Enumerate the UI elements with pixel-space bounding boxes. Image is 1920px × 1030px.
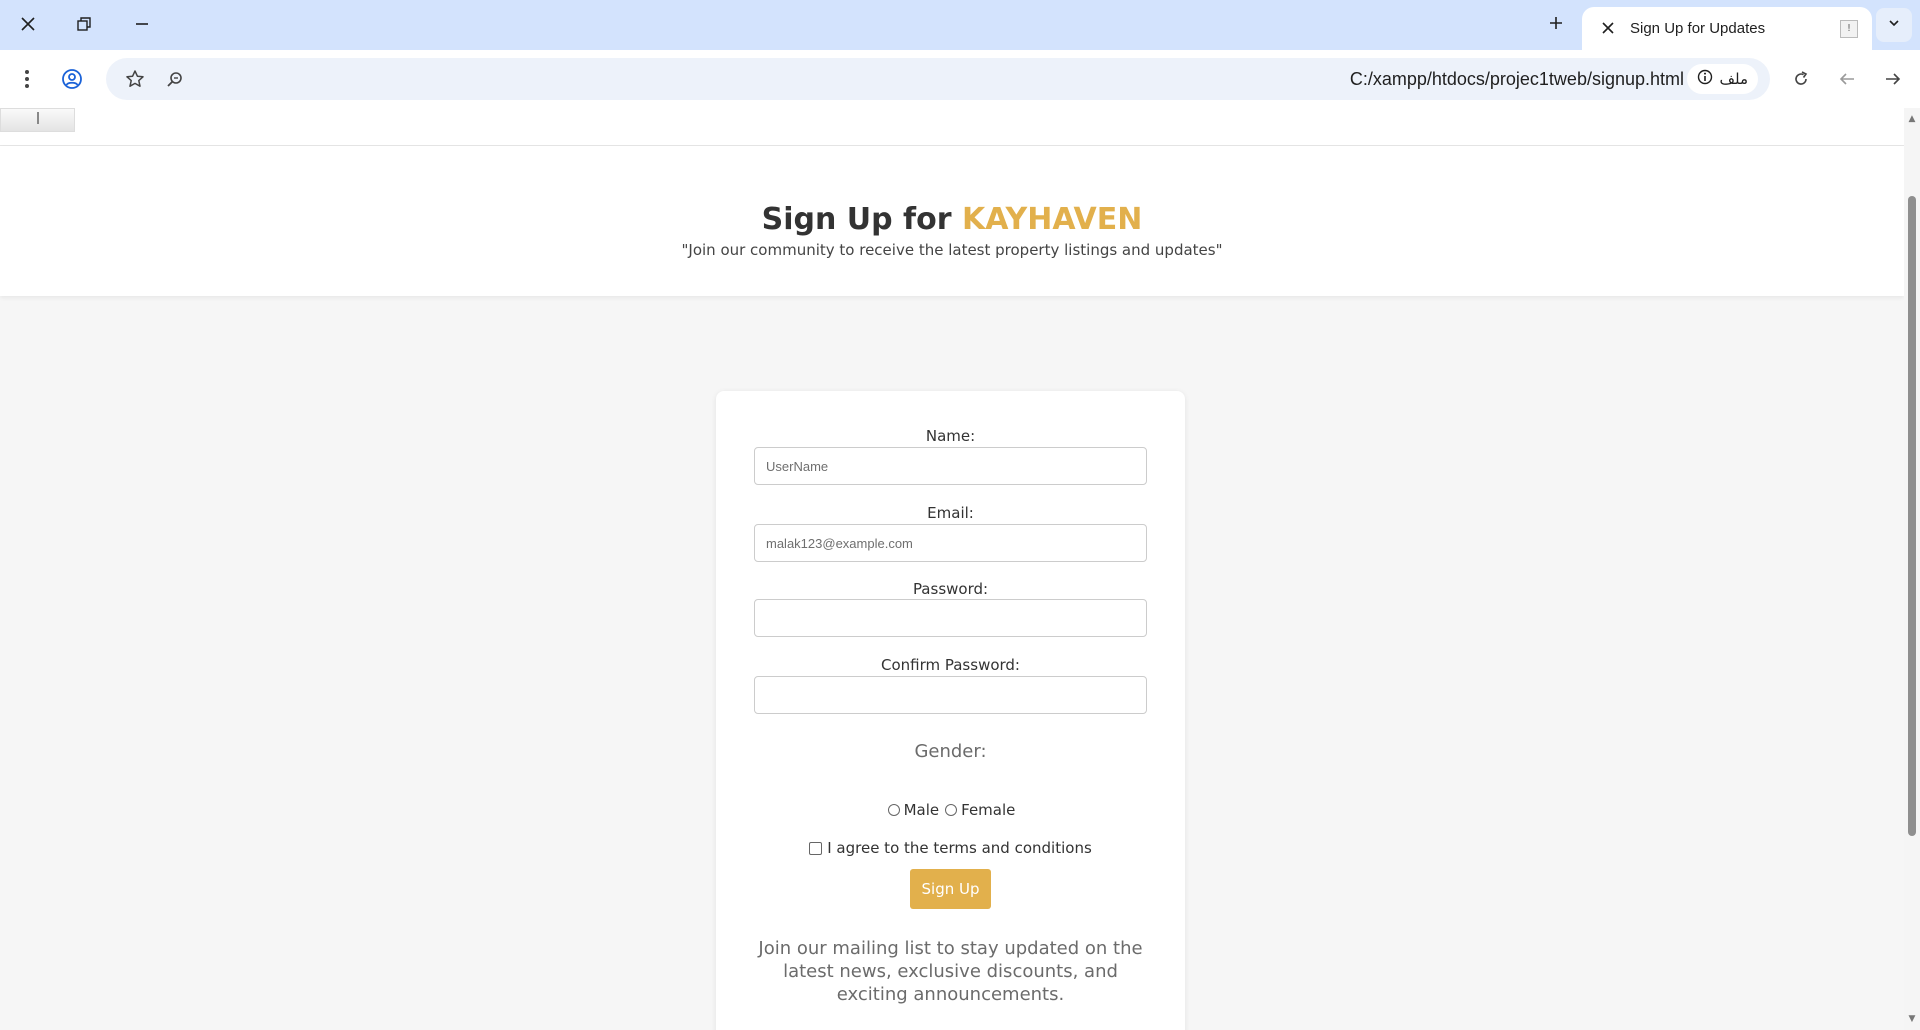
- restore-window-icon[interactable]: [64, 8, 104, 40]
- site-chip-label: ملف: [1719, 70, 1748, 88]
- female-label: Female: [961, 801, 1016, 819]
- bookmark-star-icon[interactable]: [122, 66, 148, 92]
- brand-name: KAYHAVEN: [961, 202, 1143, 237]
- tab-title: Sign Up for Updates: [1630, 20, 1766, 37]
- new-tab-icon[interactable]: [1540, 10, 1572, 42]
- page-scrollbar[interactable]: ▲ ▼: [1904, 108, 1920, 1030]
- name-label: Name:: [925, 427, 976, 445]
- zoom-icon[interactable]: [162, 66, 188, 92]
- address-bar[interactable]: C:/xampp/htdocs/projec1tweb/signup.html …: [106, 58, 1770, 100]
- tab-close-icon[interactable]: [1596, 19, 1620, 38]
- page-viewport: Sign Up for KAYHAVEN "Join our community…: [0, 108, 1904, 1030]
- menu-icon[interactable]: [10, 62, 44, 96]
- password-input[interactable]: [754, 599, 1147, 637]
- terms-label: I agree to the terms and conditions: [827, 839, 1092, 857]
- name-input[interactable]: [754, 447, 1147, 485]
- site-header: [0, 108, 1904, 146]
- logo-image[interactable]: [0, 108, 75, 132]
- info-icon: [1697, 69, 1713, 89]
- gender-options: Male Female: [716, 801, 1185, 819]
- tab-favicon-icon: !: [1840, 19, 1858, 38]
- password-label: Password:: [912, 580, 989, 598]
- confirm-password-input[interactable]: [754, 676, 1147, 714]
- terms-checkbox[interactable]: [809, 841, 823, 855]
- forward-icon[interactable]: [1876, 62, 1910, 96]
- reload-icon[interactable]: [1784, 62, 1818, 96]
- title-prefix: Sign Up for: [761, 202, 952, 237]
- email-label: Email:: [927, 504, 974, 522]
- profile-icon[interactable]: [55, 62, 89, 96]
- tab-strip: Sign Up for Updates !: [0, 0, 1920, 50]
- confirm-password-label: Confirm Password:: [880, 656, 1020, 674]
- hero-section: Sign Up for KAYHAVEN "Join our community…: [0, 146, 1904, 296]
- scroll-thumb[interactable]: [1908, 196, 1916, 836]
- gender-label: Gender:: [914, 741, 987, 762]
- address-url[interactable]: C:/xampp/htdocs/projec1tweb/signup.html: [1350, 69, 1684, 90]
- signup-form-card: Name: Email: Password: Confirm Password:…: [716, 391, 1185, 1030]
- mailing-list-text: Join our mailing list to stay updated on…: [758, 938, 1143, 1005]
- male-label: Male: [903, 801, 940, 819]
- male-radio[interactable]: [887, 804, 900, 816]
- minimize-window-icon[interactable]: [122, 8, 162, 40]
- browser-toolbar: C:/xampp/htdocs/projec1tweb/signup.html …: [0, 50, 1920, 108]
- page-subtitle: "Join our community to receive the lates…: [681, 241, 1223, 259]
- close-window-icon[interactable]: [8, 8, 48, 40]
- scroll-down-icon[interactable]: ▼: [1907, 1014, 1917, 1024]
- active-tab[interactable]: Sign Up for Updates !: [1582, 7, 1872, 50]
- back-icon[interactable]: [1830, 62, 1864, 96]
- site-info-chip[interactable]: ملف: [1687, 64, 1758, 94]
- scroll-up-icon[interactable]: ▲: [1907, 114, 1917, 124]
- tab-list-icon[interactable]: [1876, 8, 1912, 42]
- email-input[interactable]: [754, 524, 1147, 562]
- terms-row: I agree to the terms and conditions: [716, 839, 1185, 857]
- signup-button[interactable]: Sign Up: [910, 869, 991, 909]
- female-radio[interactable]: [945, 804, 958, 816]
- page-title: Sign Up for KAYHAVEN: [0, 202, 1904, 237]
